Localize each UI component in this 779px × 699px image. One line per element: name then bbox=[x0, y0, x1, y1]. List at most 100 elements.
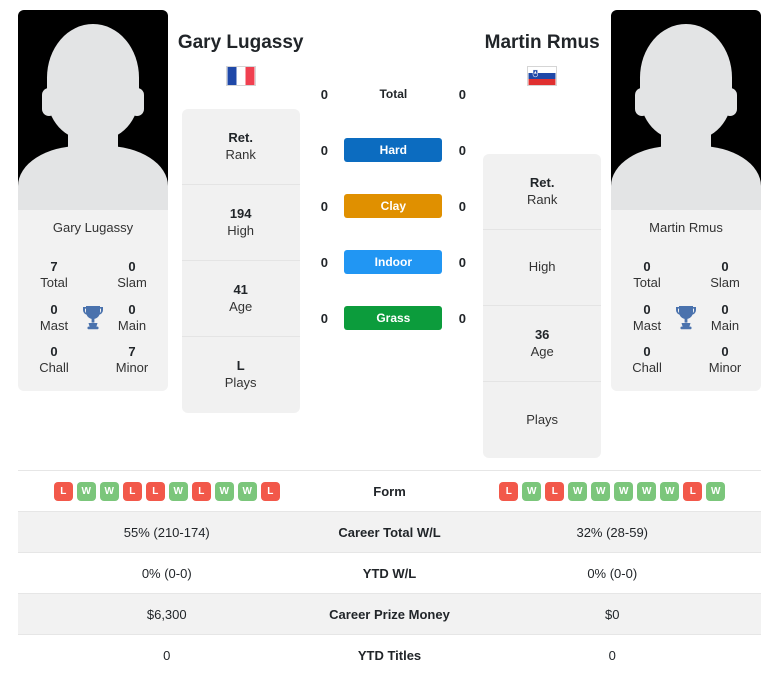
form-badge-w[interactable]: W bbox=[76, 481, 96, 501]
stat-total: 0 Total bbox=[621, 259, 673, 292]
stat-slam: 0 Slam bbox=[106, 259, 158, 292]
stat-label: Slam bbox=[117, 275, 147, 291]
left-form-strip: LWWLLWLWWL bbox=[18, 481, 316, 501]
stat-value: 0 bbox=[721, 301, 729, 317]
left-player-column: Gary Lugassy Ret. Rank 194 High 41 Age L… bbox=[168, 10, 313, 413]
stat-value: 0 bbox=[721, 344, 729, 359]
row-label-ytd-titles: YTD Titles bbox=[357, 647, 422, 663]
info-label: Plays bbox=[526, 411, 559, 427]
form-badge-l[interactable]: L bbox=[499, 481, 519, 501]
trophy-icon bbox=[674, 304, 698, 335]
surface-badge-hard[interactable]: Hard bbox=[344, 138, 443, 162]
left-player-titles: 7 Total 0 Slam 0 Mast 0 Main 0 Chall 7 M… bbox=[18, 247, 168, 391]
h2h-right-count: 0 bbox=[458, 310, 466, 326]
info-high: High bbox=[483, 230, 602, 306]
info-value: 194 bbox=[229, 205, 252, 221]
left-player-photo-caption: Gary Lugassy bbox=[52, 220, 134, 235]
right-player-name: Martin Rmus bbox=[484, 32, 600, 53]
h2h-row-indoor: 0 Indoor 0 bbox=[313, 234, 473, 290]
left-player-info-card: Ret. Rank 194 High 41 Age L Plays bbox=[181, 109, 300, 413]
form-badge-w[interactable]: W bbox=[614, 481, 634, 501]
info-rank: Ret. Rank bbox=[483, 154, 602, 230]
h2h-right-count: 0 bbox=[458, 254, 466, 270]
form-badge-w[interactable]: W bbox=[168, 481, 188, 501]
stat-total: 7 Total bbox=[28, 259, 80, 292]
right-value: 0% (0-0) bbox=[587, 565, 638, 581]
form-badge-l[interactable]: L bbox=[260, 481, 280, 501]
form-badge-l[interactable]: L bbox=[53, 481, 73, 501]
form-badge-l[interactable]: L bbox=[122, 481, 142, 501]
right-form-strip: LWLWWWWWLW bbox=[464, 481, 762, 501]
left-player-photo-card[interactable]: Gary Lugassy 7 Total 0 Slam 0 Mast 0 Mai… bbox=[18, 10, 168, 391]
form-badge-w[interactable]: W bbox=[214, 481, 234, 501]
form-badge-l[interactable]: L bbox=[145, 481, 165, 501]
form-badge-w[interactable]: W bbox=[99, 481, 119, 501]
h2h-label-total: Total bbox=[379, 87, 408, 101]
form-badge-w[interactable]: W bbox=[637, 481, 657, 501]
stat-value: 0 bbox=[643, 344, 651, 359]
surface-badge-clay[interactable]: Clay bbox=[344, 194, 443, 218]
right-player-titles: 0 Total 0 Slam 0 Mast 0 Main 0 Chall 0 M… bbox=[611, 247, 761, 391]
form-badge-w[interactable]: W bbox=[706, 481, 726, 501]
stat-value: 7 bbox=[128, 344, 136, 359]
avatar-ear-right-icon bbox=[723, 88, 738, 116]
stat-label: Mast bbox=[39, 317, 69, 333]
right-player-photo-card[interactable]: Martin Rmus 0 Total 0 Slam 0 Mast 0 Main… bbox=[611, 10, 762, 391]
titles-row: 0 Total 0 Slam bbox=[621, 259, 751, 292]
stat-slam: 0 Slam bbox=[699, 259, 751, 292]
stat-value: 0 bbox=[128, 259, 136, 274]
form-badge-w[interactable]: W bbox=[591, 481, 611, 501]
row-label-ytd-wl: YTD W/L bbox=[362, 565, 417, 581]
avatar-body-icon bbox=[18, 146, 168, 210]
info-age: 41 Age bbox=[181, 261, 300, 337]
titles-row: 7 Total 0 Slam bbox=[28, 259, 158, 292]
right-value: $0 bbox=[605, 606, 620, 622]
info-value: Ret. bbox=[529, 174, 555, 190]
stat-label: Main bbox=[117, 317, 147, 333]
left-player-avatar bbox=[18, 10, 168, 210]
h2h-left-count: 0 bbox=[320, 86, 328, 102]
info-rank: Ret. Rank bbox=[181, 109, 300, 185]
form-badge-w[interactable]: W bbox=[237, 481, 257, 501]
table-row-form: LWWLLWLWWL Form LWLWWWWWLW bbox=[18, 470, 761, 511]
right-player-avatar bbox=[611, 10, 762, 210]
flag-france-icon bbox=[225, 66, 256, 86]
info-value: Ret. bbox=[228, 129, 253, 145]
stat-chall: 0 Chall bbox=[621, 344, 673, 377]
info-plays: L Plays bbox=[182, 337, 300, 413]
stat-label: Chall bbox=[39, 360, 69, 376]
surface-badge-grass[interactable]: Grass bbox=[344, 306, 443, 330]
form-badge-w[interactable]: W bbox=[660, 481, 680, 501]
stat-value: 0 bbox=[128, 301, 136, 317]
titles-row: 0 Chall 0 Minor bbox=[621, 344, 751, 377]
avatar-body-icon bbox=[611, 146, 762, 210]
row-label-form: Form bbox=[373, 483, 406, 499]
form-badge-w[interactable]: W bbox=[522, 481, 542, 501]
stat-main: 0 Main bbox=[699, 302, 751, 335]
flag-slovenia-icon bbox=[527, 66, 558, 86]
left-value: 55% (210-174) bbox=[123, 524, 210, 540]
h2h-left-count: 0 bbox=[320, 310, 328, 326]
stat-label: Minor bbox=[708, 360, 742, 376]
stat-label: Minor bbox=[115, 360, 149, 376]
form-badge-l[interactable]: L bbox=[683, 481, 703, 501]
stat-mast: 0 Mast bbox=[28, 302, 80, 335]
info-label: High bbox=[528, 259, 556, 275]
titles-row: 0 Mast 0 Main bbox=[621, 302, 751, 335]
stat-label: Slam bbox=[710, 275, 740, 291]
info-age: 36 Age bbox=[483, 306, 602, 382]
right-player-photo-caption: Martin Rmus bbox=[649, 220, 723, 235]
form-badge-l[interactable]: L bbox=[545, 481, 565, 501]
compare-header: Gary Lugassy 7 Total 0 Slam 0 Mast 0 Mai… bbox=[0, 0, 779, 470]
form-badge-l[interactable]: L bbox=[191, 481, 211, 501]
row-label-career-prize-money: Career Prize Money bbox=[329, 606, 450, 622]
player-comparison-page: Gary Lugassy 7 Total 0 Slam 0 Mast 0 Mai… bbox=[0, 0, 779, 699]
h2h-row-clay: 0 Clay 0 bbox=[313, 178, 473, 234]
h2h-row-total: 0 Total 0 bbox=[313, 66, 473, 122]
form-badge-w[interactable]: W bbox=[568, 481, 588, 501]
info-label: Plays bbox=[224, 375, 257, 390]
right-player-column: Martin Rmus Ret. Rank High 36 Age Plays bbox=[473, 10, 611, 458]
stat-value: 0 bbox=[50, 344, 58, 359]
surface-badge-indoor[interactable]: Indoor bbox=[344, 250, 443, 274]
left-value: 0% (0-0) bbox=[141, 565, 192, 581]
